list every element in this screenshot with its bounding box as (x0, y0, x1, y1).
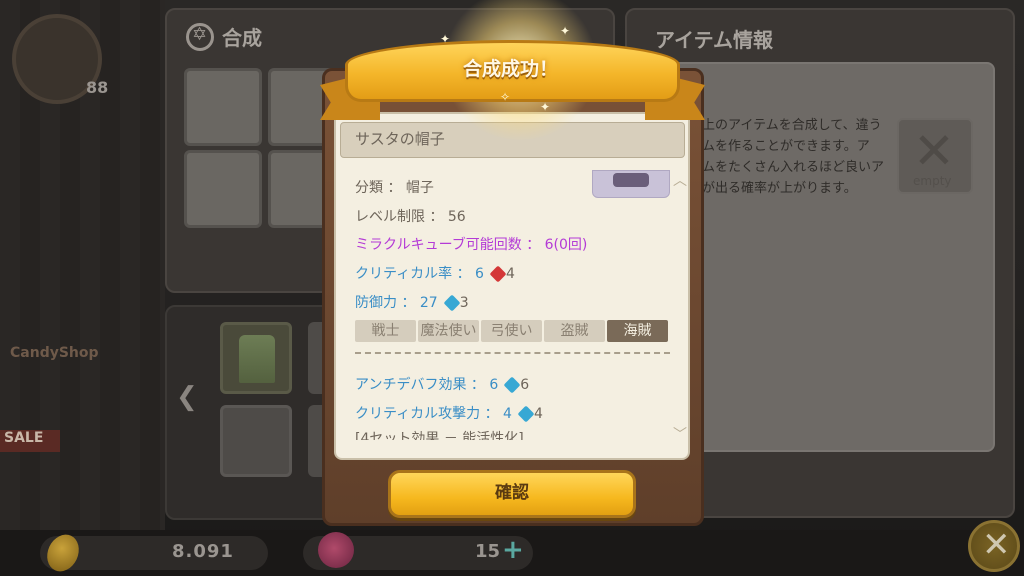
blue-gem-icon (503, 376, 521, 394)
stat-anti-debuff-label: アンチデバフ効果 ： 6 (355, 377, 499, 393)
sparkle-icon: ✧ (500, 90, 511, 104)
empty-x-icon: ✕ (913, 122, 955, 180)
item-name: サスタの帽子 (355, 130, 445, 148)
add-gems-button[interactable]: + (502, 535, 524, 565)
synthesis-slot[interactable] (184, 68, 262, 146)
synthesis-slot[interactable] (184, 150, 262, 228)
stat-anti-debuff-bonus: 6 (520, 377, 530, 393)
stat-crit-rate-bonus: 4 (505, 266, 515, 282)
stat-crit-rate-label: クリティカル率 ： 6 (355, 266, 484, 282)
gem-value: 15 (475, 541, 501, 562)
blue-gem-icon (517, 405, 535, 423)
stat-level-limit: レベル制限 ： 56 (355, 209, 466, 225)
stat-crit-rate: クリティカル率 ： 6 4 (355, 263, 515, 283)
sale-badge[interactable]: SALE (0, 430, 60, 452)
scroll-down-icon[interactable]: ﹀ (673, 424, 687, 444)
candy-gem-icon (318, 532, 354, 568)
class-chip: 魔法使い (418, 320, 479, 342)
scroll-up-icon[interactable]: ︿ (673, 170, 687, 190)
stat-defense-bonus: 3 (459, 295, 469, 311)
candy-shop-label[interactable]: CandyShop (10, 345, 99, 361)
chevron-left-icon[interactable]: ❮ (176, 382, 198, 412)
success-banner-text: 合成成功！ (463, 58, 559, 80)
close-icon: ✕ (982, 525, 1011, 565)
stat-crit-damage-label: クリティカル攻撃力 ： 4 (355, 406, 512, 422)
item-thumbnail (592, 170, 670, 198)
stat-category: 分類 ： 帽子 (355, 180, 434, 196)
stat-miracle-cube: ミラクルキューブ可能回数 ： 6(0回) (355, 237, 588, 253)
hexagram-icon (186, 22, 214, 51)
coin-value: 8.091 (172, 541, 234, 562)
sparkle-icon: ✦ (560, 24, 571, 38)
player-level: 88 (86, 78, 109, 97)
synthesis-title: 合成 (222, 26, 262, 50)
stat-crit-damage-bonus: 4 (533, 406, 543, 422)
class-chip: 弓使い (481, 320, 542, 342)
inventory-slot[interactable] (220, 322, 292, 394)
divider (355, 352, 670, 354)
sparkle-icon: ✦ (440, 32, 451, 46)
empty-label: empty (913, 174, 952, 188)
stat-defense-label: 防御力 ： 27 (355, 295, 438, 311)
stat-defense: 防御力 ： 27 3 (355, 292, 469, 312)
confirm-button[interactable]: 確認 (388, 470, 636, 518)
class-chip: 盗賊 (544, 320, 605, 342)
stat-anti-debuff: アンチデバフ効果 ： 6 6 (355, 374, 529, 394)
synthesis-header: 合成 (186, 22, 262, 51)
item-info-title: アイテム情報 (655, 28, 773, 52)
red-gem-icon (489, 265, 507, 283)
close-button[interactable]: ✕ (968, 520, 1020, 572)
blue-gem-icon (443, 294, 461, 312)
hat-item-icon (239, 335, 275, 383)
set-effect-partial: [4セット効果 － 能活性化] (355, 431, 524, 440)
class-chip: 戦士 (355, 320, 416, 342)
inventory-slot[interactable] (220, 405, 292, 477)
item-info-description: 上のアイテムを合成して、違う ムを作ることができます。ア ムをたくさん入れるほど… (702, 118, 885, 196)
sparkle-icon: ✦ (540, 100, 551, 114)
class-chip-active: 海賊 (607, 320, 668, 342)
class-restriction-row: 戦士 魔法使い 弓使い 盗賊 海賊 (355, 320, 668, 342)
stat-crit-damage: クリティカル攻撃力 ： 4 4 (355, 403, 543, 423)
empty-result-slot: ✕ empty (897, 118, 973, 194)
